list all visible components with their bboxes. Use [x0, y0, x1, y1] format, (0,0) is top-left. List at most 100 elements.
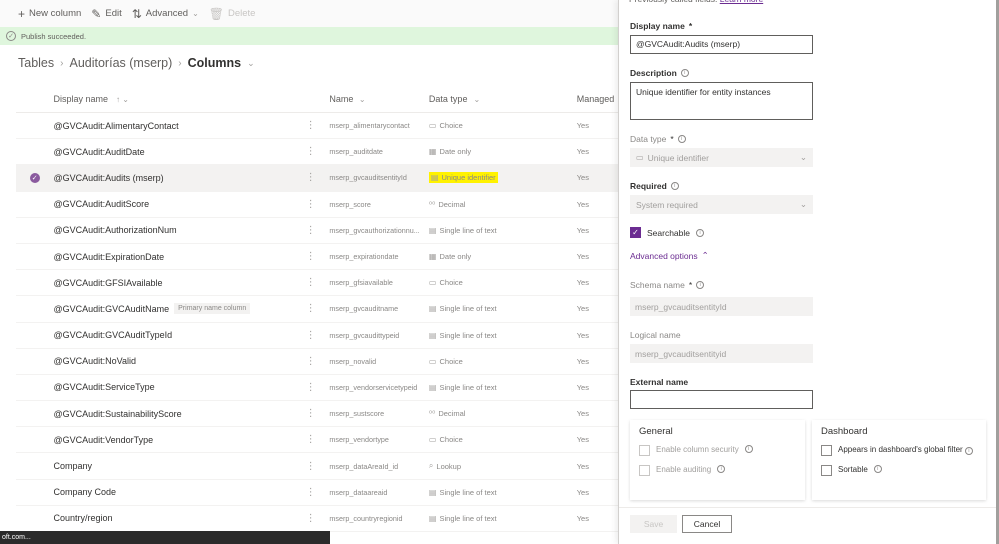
more-options-icon[interactable]: ⋮: [292, 146, 329, 157]
info-icon[interactable]: i: [677, 135, 686, 143]
column-security-row[interactable]: Enable column security i: [639, 445, 796, 456]
advanced-options-toggle[interactable]: Advanced options ⌃: [630, 250, 709, 261]
display-name-cell[interactable]: Company Code: [53, 487, 291, 497]
edit-button[interactable]: ✎ Edit: [91, 7, 121, 21]
auditing-checkbox[interactable]: [639, 465, 650, 476]
auditing-row[interactable]: Enable auditing i: [639, 465, 796, 476]
logical-name-input[interactable]: mserp_gvcauditsentityid: [630, 344, 813, 363]
more-options-icon[interactable]: ⋮: [292, 303, 329, 314]
searchable-checkbox[interactable]: ✓: [630, 227, 641, 238]
more-options-icon[interactable]: ⋮: [292, 434, 329, 445]
new-column-button[interactable]: + New column: [18, 7, 81, 21]
breadcrumb-table[interactable]: Auditorías (mserp): [69, 56, 172, 70]
row-select[interactable]: ✓: [16, 172, 53, 183]
schema-name-input[interactable]: mserp_gvcauditsentityId: [630, 297, 813, 316]
sortable-row[interactable]: Sortable i: [821, 465, 977, 476]
column-security-checkbox[interactable]: [639, 445, 650, 456]
searchable-checkbox-row[interactable]: ✓ Searchable i: [630, 227, 705, 238]
display-name-cell[interactable]: @GVCAudit:AlimentaryContact: [53, 121, 291, 131]
table-row[interactable]: ✓ @GVCAudit:Audits (mserp) ⋮ mserp_gvcaudit…: [16, 165, 620, 192]
table-row[interactable]: @GVCAudit:VendorType ⋮ mserp_vendortype ▭ Ch…: [16, 427, 620, 454]
display-name-cell[interactable]: @GVCAudit:NoValid: [53, 356, 291, 366]
table-row[interactable]: @GVCAudit:ServiceType ⋮ mserp_vendorservic…: [16, 375, 620, 402]
more-options-icon[interactable]: ⋮: [292, 408, 329, 419]
table-row[interactable]: @GVCAudit:AuthorizationNum ⋮ mserp_gvcauth…: [16, 218, 620, 244]
more-options-icon[interactable]: ⋮: [292, 251, 329, 262]
table-row[interactable]: Country/region ⋮ mserp_countryregionid ▤ Sin…: [16, 506, 620, 532]
info-icon[interactable]: i: [964, 447, 973, 455]
info-icon[interactable]: i: [696, 228, 705, 237]
table-row[interactable]: @GVCAudit:AuditScore ⋮ mserp_score ⁰⁰ Decima…: [16, 192, 620, 218]
table-row[interactable]: @GVCAudit:GFSIAvailable ⋮ mserp_gfsiavaila…: [16, 270, 620, 297]
more-options-icon[interactable]: ⋮: [292, 330, 329, 341]
display-name-cell[interactable]: Country/region: [53, 513, 291, 523]
info-icon[interactable]: i: [717, 465, 726, 473]
managed-cell: Yes: [576, 487, 589, 497]
display-name-cell[interactable]: @GVCAudit:VendorType: [53, 435, 291, 445]
info-icon[interactable]: i: [696, 281, 705, 289]
table-row[interactable]: @GVCAudit:ExpirationDate ⋮ mserp_expiratio…: [16, 244, 620, 271]
info-icon[interactable]: i: [873, 465, 882, 473]
more-options-icon[interactable]: ⋮: [292, 356, 329, 367]
table-row[interactable]: @GVCAudit:GVCAuditTypeId ⋮ mserp_gvcauditt…: [16, 323, 620, 349]
managed-cell: Yes: [576, 278, 589, 288]
more-options-icon[interactable]: ⋮: [292, 172, 329, 183]
choice-icon: ▭: [428, 121, 437, 131]
tools-icon: ⇅: [131, 6, 142, 21]
global-filter-row[interactable]: Appears in dashboard's global filter i: [821, 445, 977, 456]
data-type-cell: ⌕ Lookup: [428, 461, 462, 471]
more-options-icon[interactable]: ⋮: [292, 225, 329, 236]
display-name-cell[interactable]: @GVCAudit:GFSIAvailable: [53, 278, 291, 288]
more-options-icon[interactable]: ⋮: [292, 120, 329, 131]
required-select[interactable]: System required ⌄: [630, 195, 813, 214]
breadcrumb-current[interactable]: Columns: [188, 56, 241, 70]
description-textarea[interactable]: Unique identifier for entity instances: [630, 82, 813, 120]
more-options-icon[interactable]: ⋮: [292, 277, 329, 288]
sortable-checkbox[interactable]: [821, 465, 832, 476]
header-data-type[interactable]: Data type ⌄: [429, 94, 577, 104]
display-name-label: Display name *: [630, 21, 693, 31]
more-options-icon[interactable]: ⋮: [292, 382, 329, 393]
display-name-cell[interactable]: @GVCAudit:Audits (mserp): [53, 173, 291, 183]
display-name-cell[interactable]: Company: [53, 461, 291, 471]
display-name-cell[interactable]: @GVCAudit:ExpirationDate: [53, 252, 291, 262]
data-type-cell: ⁰⁰ Decimal: [428, 409, 466, 419]
display-name-cell[interactable]: @GVCAudit:SustainabilityScore: [53, 409, 291, 419]
table-row[interactable]: Company Code ⋮ mserp_dataareaid ▤ Single lin…: [16, 480, 620, 506]
table-row[interactable]: @GVCAudit:AuditDate ⋮ mserp_auditdate ▦ Date…: [16, 139, 620, 166]
info-icon[interactable]: i: [670, 182, 679, 190]
display-name-input[interactable]: @GVCAudit:Audits (mserp): [630, 35, 813, 54]
global-filter-checkbox[interactable]: [821, 445, 832, 456]
table-row[interactable]: @GVCAudit:SustainabilityScore ⋮ mserp_sust…: [16, 401, 620, 428]
delete-button[interactable]: 🗑 Delete: [209, 7, 256, 21]
display-name-cell[interactable]: @GVCAudit:GVCAuditName Primary name colum…: [53, 303, 291, 315]
display-name-cell[interactable]: @GVCAudit:GVCAuditTypeId: [53, 330, 291, 340]
advanced-button[interactable]: ⇅ Advanced ⌄: [132, 7, 199, 21]
data-type-cell: ▤ Single line of text: [428, 487, 497, 497]
external-name-input[interactable]: [630, 390, 813, 409]
table-row[interactable]: @GVCAudit:AlimentaryContact ⋮ mserp_alimen…: [16, 113, 620, 140]
selected-check-icon: ✓: [29, 172, 40, 183]
table-row[interactable]: @GVCAudit:GVCAuditName Primary name colum…: [16, 296, 620, 323]
display-name-cell[interactable]: @GVCAudit:AuditDate: [53, 147, 291, 157]
more-options-icon[interactable]: ⋮: [292, 199, 329, 210]
more-options-icon[interactable]: ⋮: [292, 513, 329, 524]
learn-more-link[interactable]: Learn more: [720, 0, 763, 4]
more-options-icon[interactable]: ⋮: [292, 461, 329, 472]
chevron-down-icon[interactable]: ⌄: [247, 58, 255, 69]
table-row[interactable]: Company ⋮ mserp_dataAreaId_id ⌕ Lookup Yes: [16, 453, 620, 480]
display-name-cell[interactable]: @GVCAudit:AuditScore: [53, 199, 291, 209]
more-options-icon[interactable]: ⋮: [292, 487, 329, 498]
table-row[interactable]: @GVCAudit:NoValid ⋮ mserp_novalid ▭ Choice Ye…: [16, 349, 620, 375]
cancel-button[interactable]: Cancel: [682, 515, 732, 533]
display-name-cell[interactable]: @GVCAudit:ServiceType: [53, 382, 291, 392]
save-button[interactable]: Save: [630, 515, 677, 533]
breadcrumb-tables[interactable]: Tables: [18, 56, 54, 70]
header-display-name[interactable]: Display name ↑ ⌄: [53, 94, 291, 104]
data-type-select[interactable]: ▭ Unique identifier ⌄: [630, 148, 813, 167]
info-icon[interactable]: i: [680, 69, 689, 77]
header-managed[interactable]: Managed: [577, 94, 620, 104]
display-name-cell[interactable]: @GVCAudit:AuthorizationNum: [53, 225, 291, 235]
info-icon[interactable]: i: [744, 445, 753, 453]
header-name[interactable]: Name ⌄: [329, 94, 429, 104]
